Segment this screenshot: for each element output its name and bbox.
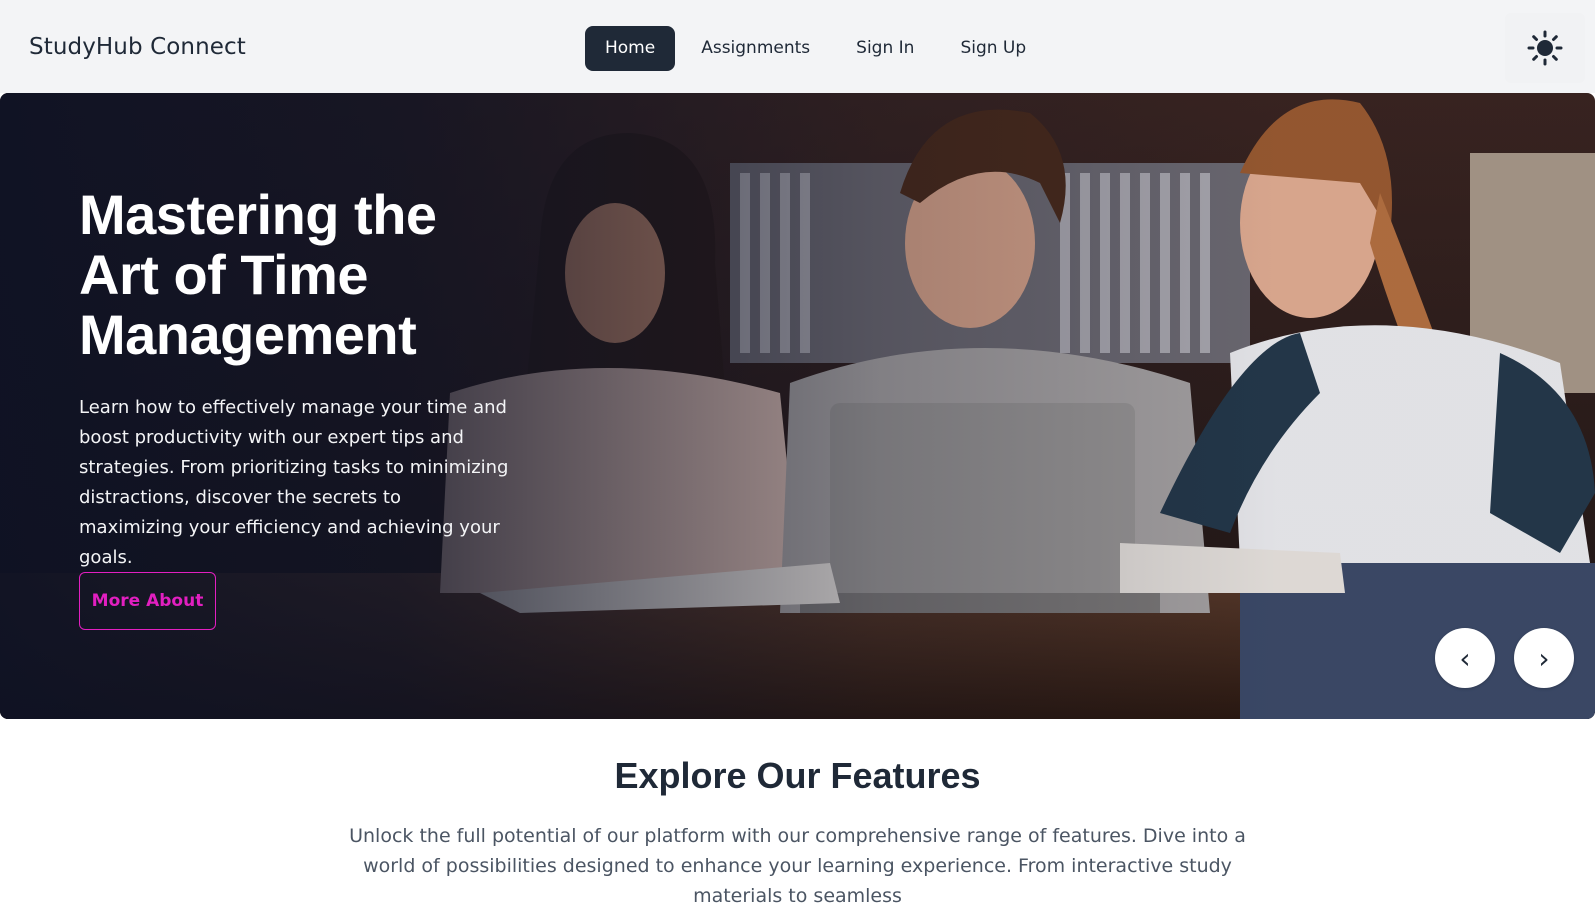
carousel-next-button[interactable]: › [1514,628,1574,688]
hero-title: Mastering the Art of Time Management [79,185,519,365]
nav-link-home[interactable]: Home [585,26,676,71]
nav-link-sign-up[interactable]: Sign Up [940,26,1046,71]
hero-description: Learn how to effectively manage your tim… [79,397,509,568]
features-title: Explore Our Features [614,755,981,796]
brand-logo-text[interactable]: StudyHub Connect [29,34,246,60]
chevron-right-icon: › [1538,641,1550,675]
nav-links: Home Assignments Sign In Sign Up [585,26,1046,71]
carousel-prev-button[interactable]: ‹ [1435,628,1495,688]
theme-toggle-button[interactable] [1505,13,1585,83]
hero-title-line-2: Art of Time [79,243,369,306]
sun-icon [1527,30,1563,66]
more-about-button[interactable]: More About [79,572,216,630]
hero-title-line-1: Mastering the [79,183,437,246]
chevron-left-icon: ‹ [1459,641,1471,675]
hero-title-line-3: Management [79,303,417,366]
features-description: Unlock the full potential of our platfor… [349,825,1246,907]
hero-content: Mastering the Art of Time Management Lea… [79,185,519,573]
navbar: StudyHub Connect Home Assignments Sign I… [0,0,1595,93]
nav-link-assignments[interactable]: Assignments [681,26,830,71]
nav-link-sign-in[interactable]: Sign In [836,26,934,71]
hero-carousel: Mastering the Art of Time Management Lea… [0,93,1595,719]
